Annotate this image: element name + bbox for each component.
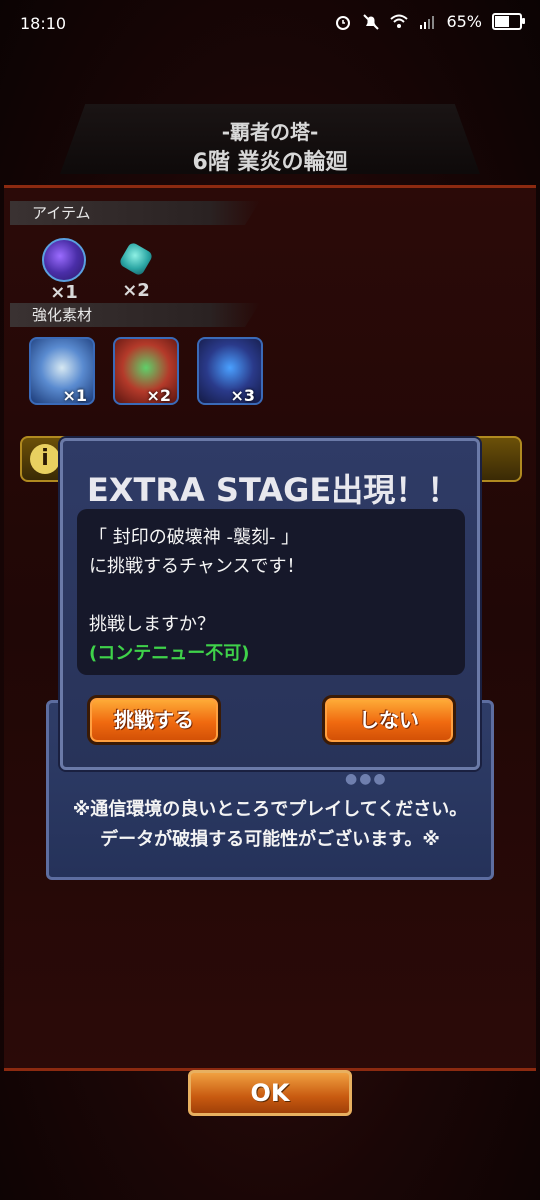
loading-dots-icon: ●●● bbox=[345, 771, 388, 787]
materials-section-label: 強化素材 bbox=[10, 303, 260, 327]
decline-button[interactable]: しない bbox=[322, 695, 456, 745]
stage-banner: -覇者の塔- 6階 業炎の輪廻 bbox=[60, 104, 480, 174]
item-teal-gem: ×2 bbox=[118, 238, 154, 301]
alarm-icon bbox=[334, 13, 352, 31]
item-purple-gem: ×1 bbox=[42, 238, 86, 303]
mute-bell-icon bbox=[362, 13, 380, 31]
info-icon[interactable]: i bbox=[30, 444, 60, 474]
wifi-icon bbox=[390, 13, 409, 31]
notice-line-1: ※通信環境の良いところでプレイしてください。 bbox=[72, 799, 468, 820]
status-icons: 65% bbox=[334, 12, 525, 31]
battery-icon bbox=[492, 13, 525, 30]
extra-stage-dialog: EXTRA STAGE出現！！ 「 封印の破壊神 -襲刻- 」 に挑戦するチャン… bbox=[60, 438, 480, 770]
ok-button[interactable]: OK bbox=[188, 1070, 352, 1116]
status-bar: 18:10 65% bbox=[0, 0, 540, 48]
material-count: ×2 bbox=[146, 386, 171, 405]
material-green-monster: ×2 bbox=[113, 337, 179, 405]
material-dark-blue-monster: ×3 bbox=[197, 337, 263, 405]
items-section-label: アイテム bbox=[10, 201, 260, 225]
no-continue-note: (コンテニュー不可) bbox=[89, 643, 250, 664]
dialog-title: EXTRA STAGE出現！！ bbox=[87, 471, 460, 509]
floor-title: 6階 業炎の輪廻 bbox=[192, 150, 348, 175]
message-line-1: 「 封印の破壊神 -襲刻- 」 bbox=[89, 527, 300, 548]
message-line-2: に挑戦するチャンスです！ bbox=[89, 556, 305, 577]
material-count: ×1 bbox=[62, 386, 87, 405]
item-count: ×2 bbox=[122, 280, 150, 301]
purple-gem-icon bbox=[42, 238, 86, 282]
message-line-3: 挑戦しますか？ bbox=[89, 614, 215, 635]
teal-gem-icon bbox=[118, 241, 154, 277]
challenge-button[interactable]: 挑戦する bbox=[87, 695, 221, 745]
status-time: 18:10 bbox=[20, 14, 67, 33]
battery-percent: 65% bbox=[446, 12, 482, 31]
material-count: ×3 bbox=[230, 386, 255, 405]
notice-line-2: データが破損する可能性がございます。※ bbox=[100, 829, 440, 850]
item-count: ×1 bbox=[50, 282, 78, 303]
dialog-message: 「 封印の破壊神 -襲刻- 」 に挑戦するチャンスです！ 挑戦しますか？ (コン… bbox=[77, 509, 465, 675]
material-blue-monster: ×1 bbox=[29, 337, 95, 405]
tower-name: -覇者の塔- bbox=[221, 120, 319, 144]
connection-notice: ※通信環境の良いところでプレイしてください。 データが破損する可能性がございます… bbox=[49, 795, 491, 855]
signal-icon bbox=[418, 13, 436, 31]
